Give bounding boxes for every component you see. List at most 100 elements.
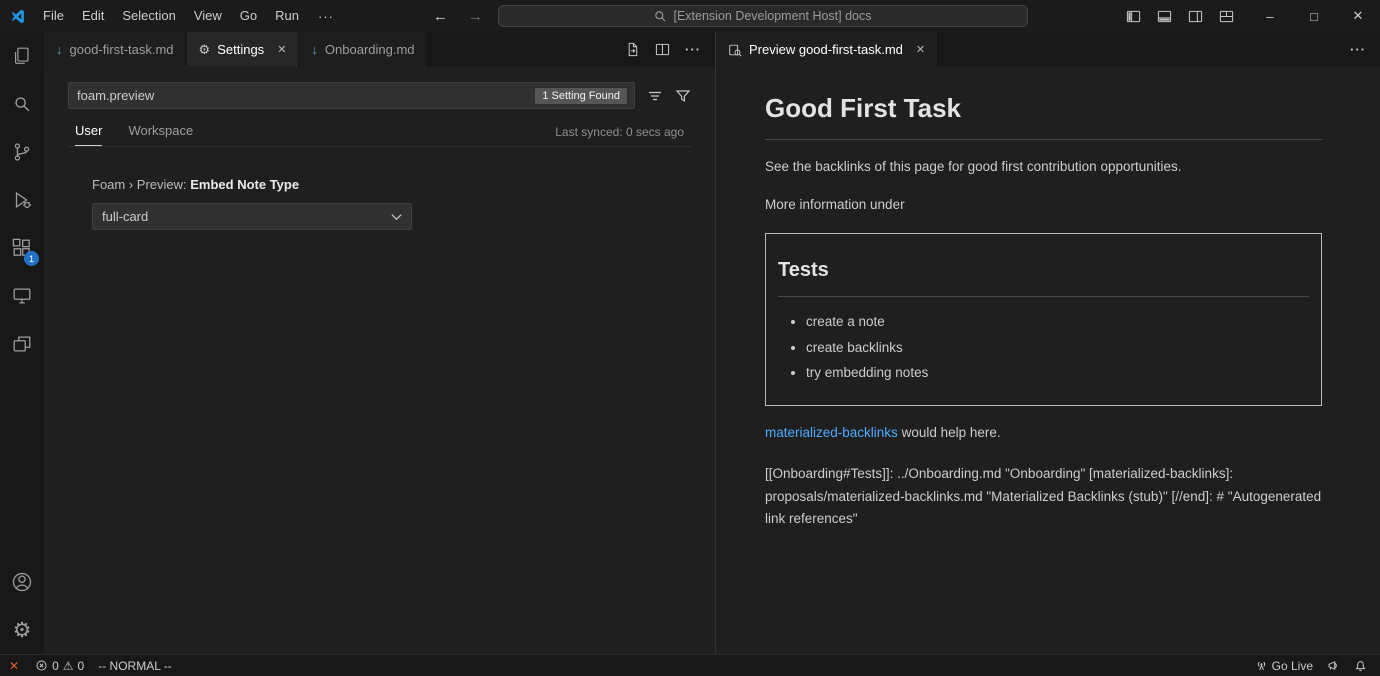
list-item: try embedding notes <box>806 362 1309 384</box>
tab-label: Settings <box>217 42 264 57</box>
setting-name: Embed Note Type <box>190 177 299 192</box>
go-live-label: Go Live <box>1272 659 1313 673</box>
warning-icon: ⚠ <box>63 660 74 672</box>
accounts-icon[interactable] <box>0 558 44 606</box>
warning-count: 0 <box>78 659 85 673</box>
list-item: create a note <box>806 311 1309 333</box>
markdown-file-icon: ↓ <box>311 42 318 57</box>
setting-embed-note-type: Foam › Preview: Embed Note Type full-car… <box>92 177 691 230</box>
preview-title: Good First Task <box>765 87 1322 140</box>
preview-more-info: More information under <box>765 194 1322 216</box>
filter-settings-icon[interactable] <box>675 88 691 104</box>
settings-gear-icon[interactable]: ⚙ <box>0 606 44 654</box>
search-icon <box>654 10 667 23</box>
activity-bar-spacer <box>0 368 44 558</box>
list-item: create backlinks <box>806 337 1309 359</box>
split-editor-icon[interactable] <box>655 42 670 57</box>
menu-view[interactable]: View <box>185 5 231 27</box>
markdown-preview-icon <box>728 43 742 57</box>
editor-group-left: ↓ good-first-task.md ⚙ Settings ✕ ↓ Onbo… <box>44 32 716 654</box>
tab-preview-good-first-task[interactable]: Preview good-first-task.md ✕ <box>716 32 938 67</box>
notifications-bell[interactable] <box>1347 655 1374 676</box>
main-area: 1 ⚙ ↓ good-first-task.md <box>0 32 1380 654</box>
close-window-button[interactable]: ✕ <box>1336 0 1380 32</box>
toggle-sidebar-icon[interactable] <box>1126 9 1141 24</box>
preview-intro: See the backlinks of this page for good … <box>765 156 1322 178</box>
link-tail-text: would help here. <box>898 425 1001 440</box>
bell-icon <box>1354 659 1367 672</box>
filter-lines-icon[interactable] <box>647 88 663 104</box>
maximize-button[interactable]: □ <box>1292 0 1336 32</box>
close-tab-icon[interactable]: ✕ <box>916 43 925 56</box>
settings-count-badge: 1 Setting Found <box>535 88 627 104</box>
embedded-note-card: Tests create a note create backlinks try… <box>765 233 1322 406</box>
remote-explorer-icon[interactable] <box>0 272 44 320</box>
menu-edit[interactable]: Edit <box>73 5 113 27</box>
broadcast-icon <box>1255 659 1268 672</box>
extensions-icon[interactable]: 1 <box>0 224 44 272</box>
right-tab-bar: Preview good-first-task.md ✕ ··· <box>716 32 1380 67</box>
status-bar-right: Go Live <box>1248 655 1380 676</box>
settings-search-input[interactable] <box>69 88 535 103</box>
tab-label: Preview good-first-task.md <box>749 42 903 57</box>
menu-go[interactable]: Go <box>231 5 266 27</box>
left-editor-actions: ··· <box>611 32 715 67</box>
gear-glyph: ⚙ <box>13 620 32 641</box>
backlink-paragraph: materialized-backlinks would help here. <box>765 422 1322 444</box>
command-center-search[interactable]: [Extension Development Host] docs <box>498 5 1028 27</box>
command-center: ← → [Extension Development Host] docs <box>428 5 1028 27</box>
embed-note-type-select[interactable]: full-card <box>92 203 412 230</box>
menu-run[interactable]: Run <box>266 5 308 27</box>
remote-indicator[interactable]: ✕ <box>0 655 28 676</box>
link-references: [[Onboarding#Tests]]: ../Onboarding.md "… <box>765 463 1322 530</box>
tab-onboarding[interactable]: ↓ Onboarding.md <box>299 32 427 67</box>
tab-good-first-task[interactable]: ↓ good-first-task.md <box>44 32 187 67</box>
error-count: 0 <box>52 659 59 673</box>
right-editor-actions: ··· <box>1336 32 1380 67</box>
settings-search-row: 1 Setting Found <box>68 82 691 109</box>
menu-file[interactable]: File <box>34 5 73 27</box>
scope-tab-user[interactable]: User <box>75 123 102 146</box>
more-actions-icon[interactable]: ··· <box>1350 42 1366 57</box>
menu-overflow-button[interactable]: ··· <box>308 9 344 24</box>
embed-list: create a note create backlinks try embed… <box>778 311 1309 384</box>
feedback-icon <box>1327 659 1340 672</box>
source-control-icon[interactable] <box>0 128 44 176</box>
tab-settings[interactable]: ⚙ Settings ✕ <box>187 32 300 67</box>
chevron-down-icon <box>391 213 402 221</box>
toggle-secondary-sidebar-icon[interactable] <box>1188 9 1203 24</box>
extensions-badge: 1 <box>24 251 39 266</box>
settings-divider <box>68 146 691 147</box>
status-bar: ✕ 0 ⚠ 0 -- NORMAL -- Go Live <box>0 654 1380 676</box>
settings-editor: 1 Setting Found User Workspace Last sync… <box>44 67 715 654</box>
scope-tab-workspace[interactable]: Workspace <box>128 123 193 146</box>
search-view-icon[interactable] <box>0 80 44 128</box>
embed-title: Tests <box>778 254 1309 297</box>
vscode-logo-icon <box>0 8 34 25</box>
feedback-button[interactable] <box>1320 655 1347 676</box>
editor-group-right: Preview good-first-task.md ✕ ··· Good Fi… <box>716 32 1380 654</box>
customize-layout-icon[interactable] <box>1219 9 1234 24</box>
settings-search-box: 1 Setting Found <box>68 82 635 109</box>
materialized-backlinks-link[interactable]: materialized-backlinks <box>765 425 898 440</box>
setting-title: Foam › Preview: Embed Note Type <box>92 177 691 192</box>
title-bar: File Edit Selection View Go Run ··· ← → … <box>0 0 1380 32</box>
vim-mode-indicator[interactable]: -- NORMAL -- <box>91 655 179 676</box>
toggle-panel-icon[interactable] <box>1157 9 1172 24</box>
vscode-window: File Edit Selection View Go Run ··· ← → … <box>0 0 1380 676</box>
nav-forward-icon[interactable]: → <box>463 8 488 25</box>
minimize-button[interactable]: – <box>1248 0 1292 32</box>
explorer-icon[interactable] <box>0 32 44 80</box>
go-live-button[interactable]: Go Live <box>1248 655 1320 676</box>
nav-back-icon[interactable]: ← <box>428 8 453 25</box>
error-icon <box>35 659 48 672</box>
menu-selection[interactable]: Selection <box>113 5 184 27</box>
run-debug-icon[interactable] <box>0 176 44 224</box>
close-tab-icon[interactable]: ✕ <box>277 43 286 56</box>
frames-view-icon[interactable] <box>0 320 44 368</box>
tab-label: Onboarding.md <box>325 42 415 57</box>
more-actions-icon[interactable]: ··· <box>685 42 701 57</box>
open-settings-json-icon[interactable] <box>625 42 640 57</box>
problems-indicator[interactable]: 0 ⚠ 0 <box>28 655 91 676</box>
left-tab-bar: ↓ good-first-task.md ⚙ Settings ✕ ↓ Onbo… <box>44 32 715 67</box>
